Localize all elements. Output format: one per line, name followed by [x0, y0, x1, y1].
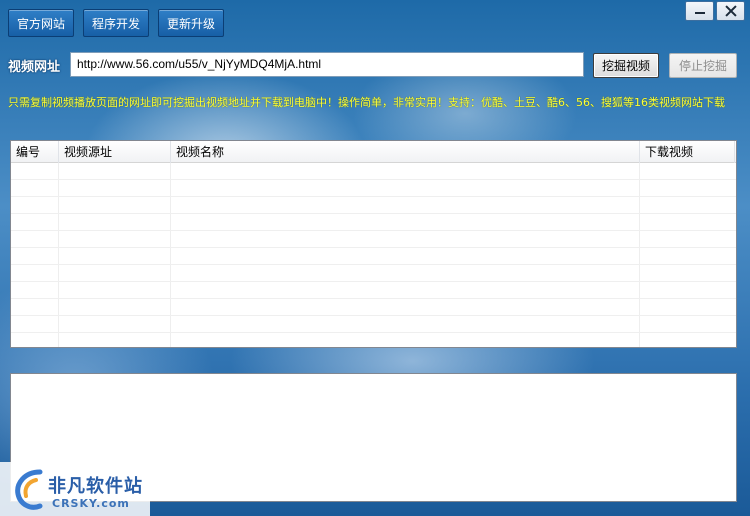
minimize-icon — [694, 12, 705, 14]
watermark-title: 非凡软件站 — [48, 476, 143, 497]
column-header-name[interactable]: 视频名称 — [171, 141, 640, 163]
table-row — [11, 214, 736, 231]
table-row — [11, 163, 736, 180]
table-row — [11, 299, 736, 316]
table-row — [11, 282, 736, 299]
video-url-input[interactable]: http://www.56.com/u55/v_NjYyMDQ4MjA.html — [70, 52, 584, 77]
table-row — [11, 248, 736, 265]
usage-notice: 只需复制视频播放页面的网址即可挖掘出视频地址并下载到电脑中！操作简单，非常实用！… — [8, 96, 725, 109]
column-header-source[interactable]: 视频源址 — [59, 141, 171, 163]
close-icon — [725, 5, 737, 17]
table-row — [11, 265, 736, 282]
stop-dig-button[interactable]: 停止挖掘 — [669, 53, 737, 78]
video-url-label: 视频网址 — [8, 60, 61, 75]
column-header-id[interactable]: 编号 — [11, 141, 59, 163]
table-row — [11, 180, 736, 197]
watermark-domain: CRSKY.com — [52, 497, 130, 510]
crsky-logo-icon — [15, 469, 43, 510]
update-button[interactable]: 更新升级 — [158, 9, 224, 37]
close-button[interactable] — [716, 1, 745, 21]
video-list[interactable]: 编号 视频源址 视频名称 下载视频 — [10, 140, 737, 348]
official-site-button[interactable]: 官方网站 — [8, 9, 74, 37]
table-row — [11, 197, 736, 214]
watermark: 非凡软件站 CRSKY.com — [0, 462, 150, 516]
dig-video-button[interactable]: 挖掘视频 — [593, 53, 659, 78]
app-window: 官方网站 程序开发 更新升级 视频网址 http://www.56.com/u5… — [0, 0, 750, 516]
program-dev-button[interactable]: 程序开发 — [83, 9, 149, 37]
column-header-download[interactable]: 下载视频 — [640, 141, 735, 163]
table-row — [11, 231, 736, 248]
minimize-button[interactable] — [685, 1, 714, 21]
table-row — [11, 316, 736, 333]
video-list-header: 编号 视频源址 视频名称 下载视频 — [11, 141, 736, 163]
